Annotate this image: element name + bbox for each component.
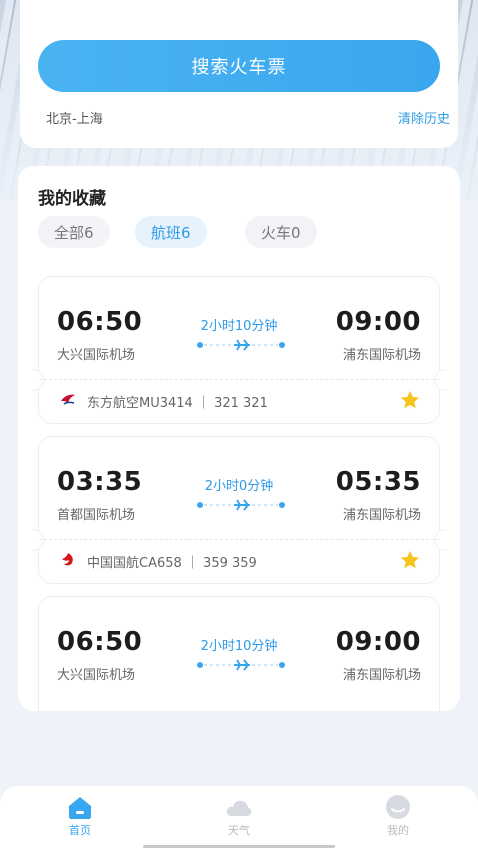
air-china-logo-icon — [62, 553, 73, 566]
home-icon — [69, 797, 91, 819]
ticket-notch — [434, 369, 446, 391]
ticket-notch — [434, 529, 446, 551]
tab-home[interactable]: 首页 — [40, 794, 120, 838]
tab-home-label: 首页 — [69, 824, 91, 837]
arrival-airport: 浦东国际机场 — [342, 668, 421, 683]
departure-airport: 大兴国际机场 — [57, 668, 136, 683]
favorites-panel: 我的收藏 全部6 航班6 火车0 06:50 大兴国际机场 2小时10分钟 09… — [18, 166, 460, 711]
clear-history-link[interactable]: 清除历史 — [398, 108, 450, 127]
filter-chip-flights[interactable]: 航班6 — [135, 216, 207, 248]
airline-flight-info: 东方航空MU3414 ｜ 321 321 — [87, 396, 268, 411]
flight-card[interactable]: 03:35 首都国际机场 2小时0分钟 05:35 浦东国际机场 中国国航CA6… — [32, 436, 446, 584]
arrival-time: 09:00 — [335, 307, 421, 337]
airline-flight-info: 中国国航CA658 ｜ 359 359 — [87, 556, 257, 571]
departure-airport: 大兴国际机场 — [57, 348, 136, 363]
tab-profile[interactable]: 我的 — [358, 794, 438, 838]
tab-weather-label: 天气 — [228, 824, 250, 837]
bottom-tab-bar: 首页 天气 我的 — [0, 786, 478, 850]
search-card: 搜索火车票 北京-上海 清除历史 — [20, 0, 458, 148]
ticket-notch — [32, 369, 44, 391]
favorite-star-icon[interactable] — [399, 389, 421, 411]
ticket-divider — [39, 379, 439, 380]
arrival-airport: 浦东国际机场 — [342, 348, 421, 363]
route-plane-icon — [197, 499, 285, 511]
tab-profile-label: 我的 — [387, 824, 409, 837]
arrival-time: 09:00 — [335, 627, 421, 657]
home-indicator — [143, 845, 335, 848]
arrival-airport: 浦东国际机场 — [342, 508, 421, 523]
ticket-notch — [32, 529, 44, 551]
tab-weather[interactable]: 天气 — [199, 794, 279, 838]
route-plane-icon — [197, 339, 285, 351]
route-plane-icon — [197, 659, 285, 671]
china-eastern-logo-icon — [61, 394, 75, 405]
ticket-divider — [39, 539, 439, 540]
cloud-icon — [226, 800, 252, 816]
flight-card[interactable]: 06:50 大兴国际机场 2小时10分钟 09:00 浦东国际机场 东方航空MU… — [32, 276, 446, 424]
search-history-item[interactable]: 北京-上海 — [46, 108, 103, 127]
departure-airport: 首都国际机场 — [57, 508, 136, 523]
filter-chip-trains[interactable]: 火车0 — [245, 216, 317, 248]
search-train-button[interactable]: 搜索火车票 — [38, 40, 440, 92]
arrival-time: 05:35 — [335, 467, 421, 497]
favorites-title: 我的收藏 — [38, 189, 106, 209]
filter-chip-all[interactable]: 全部6 — [38, 216, 110, 248]
favorite-star-icon[interactable] — [399, 549, 421, 571]
flight-card[interactable]: 06:50 大兴国际机场 2小时10分钟 09:00 浦东国际机场 — [38, 596, 440, 711]
profile-icon — [386, 795, 410, 819]
